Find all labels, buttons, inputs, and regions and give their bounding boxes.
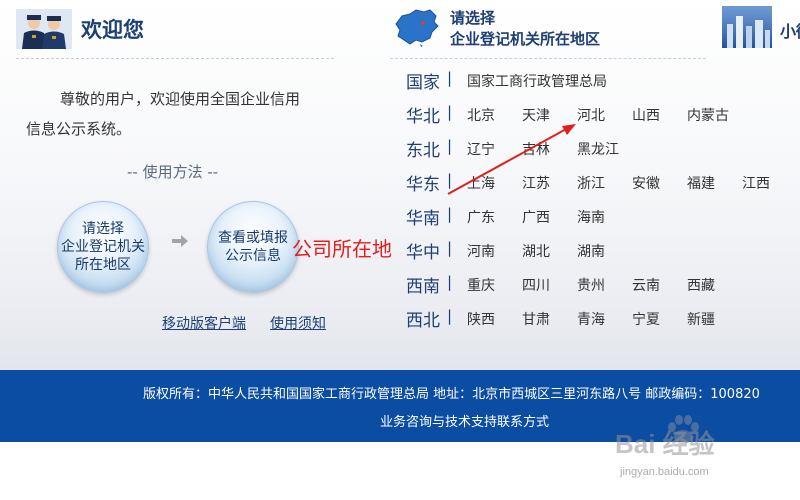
province-link[interactable]: 浙江 [577, 173, 605, 193]
province-link[interactable]: 西藏 [687, 275, 715, 295]
province-link[interactable]: 内蒙古 [687, 105, 729, 125]
province-link[interactable]: 四川 [522, 275, 550, 295]
region-label: 西南 [406, 277, 440, 297]
region-row-south: 华南 | 广东 广西 海南 [406, 204, 800, 229]
choose-region-title-line1: 请选择 [450, 9, 496, 27]
far-right-title: 小微 [780, 22, 800, 41]
region-label: 华南 [406, 209, 440, 229]
region-label: 华东 [406, 175, 440, 195]
step-view-info-button[interactable]: 查看或填报 公示信息 [207, 201, 299, 293]
province-link[interactable]: 云南 [632, 275, 660, 295]
province-link[interactable]: 江西 [742, 173, 770, 193]
province-link[interactable]: 海南 [577, 207, 605, 227]
annotation-arrow-icon [447, 124, 576, 195]
arrow-right-icon [172, 235, 188, 247]
watermark-logo: Bai 经验 [615, 429, 715, 459]
welcome-title: 欢迎您 [81, 18, 144, 42]
step1-line2: 企业登记机关 [61, 239, 145, 255]
province-link[interactable]: 河北 [577, 105, 605, 125]
province-link[interactable]: 安徽 [632, 173, 660, 193]
province-link[interactable]: 广东 [467, 207, 495, 227]
usage-title: -- 使用方法 -- [127, 163, 219, 181]
province-link[interactable]: 湖北 [522, 241, 550, 261]
province-link[interactable]: 青海 [577, 309, 605, 329]
china-map-icon [395, 9, 439, 47]
intro-text-line2: 信息公示系统。 [26, 120, 132, 138]
province-link[interactable]: 贵州 [577, 275, 605, 295]
region-label: 华北 [406, 107, 440, 127]
province-link[interactable]: 黑龙江 [577, 139, 619, 159]
province-link[interactable]: 国家工商行政管理总局 [467, 71, 607, 91]
watermark-url: jingyan.baidu.com [620, 466, 709, 478]
region-label: 西北 [406, 311, 440, 331]
province-link[interactable]: 福建 [687, 173, 715, 193]
region-label: 国家 [406, 73, 440, 93]
region-separator: | [447, 307, 453, 325]
header-divider-left [16, 58, 334, 59]
region-label: 华中 [406, 243, 440, 263]
province-link[interactable]: 宁夏 [632, 309, 660, 329]
region-label: 东北 [406, 141, 440, 161]
usage-notice-link[interactable]: 使用须知 [270, 313, 326, 333]
page: 欢迎您 请选择 企业登记机关所在地区 小微 尊敬的用户，欢迎使用全国企业信用 信… [0, 0, 800, 500]
mobile-client-link[interactable]: 移动版客户端 [162, 313, 246, 333]
footer-copyright: 版权所有：中华人民共和国国家工商行政管理总局 地址：北京市西城区三里河东路八号 … [143, 387, 760, 402]
province-link[interactable]: 广西 [522, 207, 550, 227]
step1-line3: 所在地区 [75, 257, 131, 273]
province-link[interactable]: 陕西 [467, 309, 495, 329]
region-row-national: 国家 | 国家工商行政管理总局 [406, 68, 800, 93]
region-separator: | [447, 69, 453, 87]
step2-line1: 查看或填报 [218, 230, 288, 246]
province-link[interactable]: 新疆 [687, 309, 715, 329]
province-link[interactable]: 河南 [467, 241, 495, 261]
region-row-northwest: 西北 | 陕西 甘肃 青海 宁夏 新疆 [406, 306, 800, 331]
region-separator: | [447, 273, 453, 291]
region-separator: | [447, 239, 453, 257]
step-choose-region-button[interactable]: 请选择 企业登记机关 所在地区 [57, 201, 149, 293]
footer-support-link[interactable]: 业务咨询与技术支持联系方式 [380, 411, 549, 430]
officials-avatar-icon [16, 9, 72, 49]
step1-line1: 请选择 [82, 221, 124, 237]
province-link[interactable]: 甘肃 [522, 309, 550, 329]
city-skyline-icon [722, 6, 772, 48]
province-link[interactable]: 重庆 [467, 275, 495, 295]
region-row-southwest: 西南 | 重庆 四川 贵州 云南 西藏 [406, 272, 800, 297]
province-link[interactable]: 湖南 [577, 241, 605, 261]
choose-region-title-line2: 企业登记机关所在地区 [450, 30, 601, 48]
region-row-central: 华中 | 河南 湖北 湖南 [406, 238, 800, 263]
step2-line2: 公示信息 [225, 248, 281, 264]
intro-text-line1: 尊敬的用户，欢迎使用全国企业信用 [60, 90, 301, 108]
province-link[interactable]: 山西 [632, 105, 660, 125]
region-separator: | [447, 205, 453, 223]
annotation-text: 公司所在地 [292, 237, 392, 261]
header-divider-right [390, 58, 706, 59]
